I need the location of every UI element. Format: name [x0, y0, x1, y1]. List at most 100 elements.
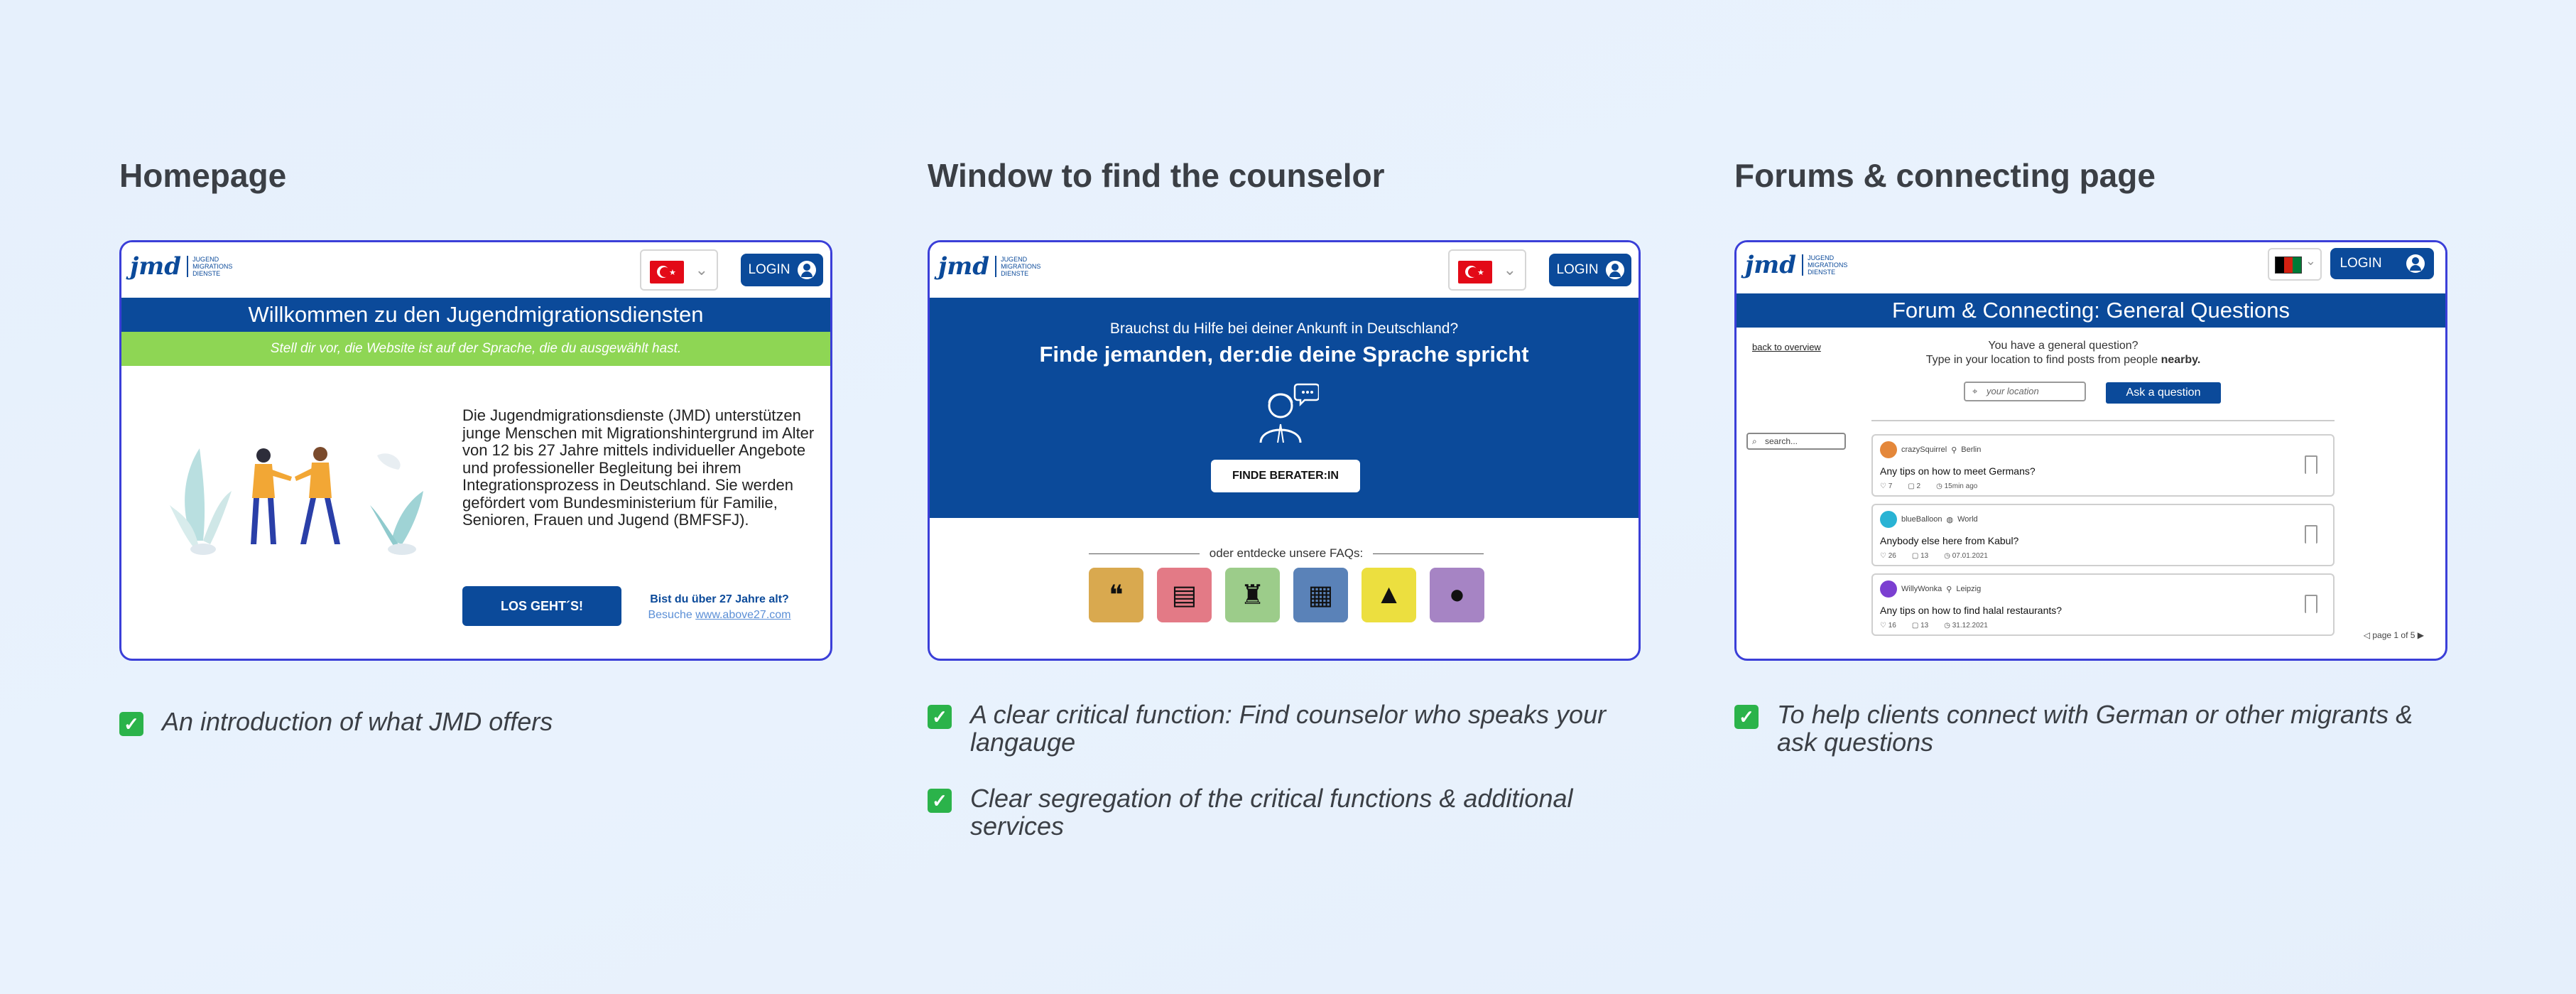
welcome-banner: Willkommen zu den Jugendmigrationsdienst… — [121, 298, 830, 332]
post-title: Any tips on how to meet Germans? — [1880, 465, 2036, 477]
login-button[interactable]: LOGIN — [1549, 254, 1631, 286]
homepage-mockup: jmd JUGEND MIGRATIONS DIENSTE ★ ⌄ LOGIN … — [119, 240, 832, 661]
divider — [1871, 420, 2335, 421]
bookmark-icon[interactable] — [2305, 525, 2317, 544]
checkmark-icon: ✓ — [119, 712, 143, 736]
logo-text: JUGEND MIGRATIONS DIENSTE — [187, 256, 232, 277]
next-page-icon[interactable]: ▶ — [2418, 630, 2424, 640]
login-button[interactable]: LOGIN — [741, 254, 823, 286]
user-icon — [1605, 261, 1624, 279]
post-likes: 26 — [1888, 552, 1896, 560]
forum-banner: Forum & Connecting: General Questions — [1737, 293, 2445, 328]
page-label: page 1 of 5 — [2372, 630, 2415, 640]
faq-label: oder entdecke unsere FAQs: — [1209, 546, 1364, 560]
logo-text: JUGEND MIGRATIONS DIENSTE — [995, 256, 1040, 277]
location-input[interactable]: ⌖ your location — [1964, 382, 2086, 401]
globe-icon: ◍ — [1946, 515, 1954, 524]
turkey-flag-icon: ★ — [650, 261, 684, 283]
post-time: 15min ago — [1944, 482, 1978, 490]
language-selector[interactable]: ★ ⌄ — [640, 249, 718, 291]
above27-link[interactable]: www.above27.com — [695, 609, 790, 621]
post-user: WillyWonka — [1901, 585, 1942, 593]
bookmark-icon[interactable] — [2305, 595, 2317, 613]
get-started-button[interactable]: LOS GEHT´S! — [462, 586, 621, 626]
education-icon[interactable]: ▲ — [1362, 568, 1416, 622]
section-title: Forums & connecting page — [1734, 157, 2156, 194]
post-location: World — [1957, 515, 1978, 524]
prev-page-icon[interactable]: ◁ — [2364, 630, 2370, 640]
counselor-mockup: jmd JUGEND MIGRATIONS DIENSTE ★ ⌄ LOGIN … — [928, 240, 1641, 661]
post-comments: 2 — [1916, 482, 1921, 490]
login-button[interactable]: LOGIN — [2330, 248, 2434, 279]
bullet-text: An introduction of what JMD offers — [162, 707, 553, 736]
post-user: blueBalloon — [1901, 515, 1942, 524]
find-counselor-button[interactable]: FINDE BERATER:IN — [1211, 460, 1360, 492]
bullet-text: A clear critical function: Find counselo… — [970, 700, 1607, 757]
intro-text: Die Jugendmigrationsdienste (JMD) unters… — [462, 406, 815, 529]
forum-post[interactable]: WillyWonka ⚲ Leipzig Any tips on how to fi… — [1871, 573, 2335, 636]
post-time: 31.12.2021 — [1952, 622, 1988, 630]
location-pin-icon: ⌖ — [1972, 386, 1978, 396]
turkey-flag-icon: ★ — [1458, 261, 1492, 283]
section-title: Homepage — [119, 157, 287, 194]
age-question: Bist du über 27 Jahre alt? — [650, 593, 789, 605]
user-icon — [2406, 254, 2425, 273]
general-question-prompt: You have a general question? Type in you… — [1925, 340, 2201, 366]
forum-post[interactable]: blueBalloon ◍ World Anybody else here from… — [1871, 504, 2335, 566]
find-counselor-section: Brauchst du Hilfe bei deiner Ankunft in … — [930, 298, 1638, 518]
counselor-icon — [1259, 383, 1319, 443]
post-location: Leipzig — [1956, 585, 1982, 593]
header: jmd JUGEND MIGRATIONS DIENSTE ⌄ LOGIN — [1737, 242, 2445, 293]
language-icon[interactable]: ❝ — [1089, 568, 1143, 622]
checkmark-icon: ✓ — [928, 789, 952, 813]
job-icon[interactable]: ♜ — [1225, 568, 1280, 622]
faq-icons: ❝ ▤ ♜ ▦ ▲ ● — [1089, 568, 1484, 622]
housing-icon[interactable]: ▦ — [1293, 568, 1348, 622]
chevron-down-icon: ⌄ — [2305, 254, 2316, 268]
jmd-logo[interactable]: jmd JUGEND MIGRATIONS DIENSTE — [1745, 251, 1847, 279]
bookmark-icon[interactable] — [2305, 455, 2317, 474]
post-user: crazySquirrel — [1901, 445, 1947, 454]
age-notice: Bist du über 27 Jahre alt? Besuche www.a… — [634, 592, 805, 623]
pagination: ◁ page 1 of 5 ▶ — [2364, 630, 2424, 640]
chevron-down-icon: ⌄ — [695, 261, 708, 279]
jmd-logo[interactable]: jmd JUGEND MIGRATIONS DIENSTE — [938, 252, 1040, 281]
avatar — [1880, 441, 1897, 458]
post-comments: 13 — [1920, 552, 1929, 560]
logo-mark: jmd — [938, 252, 990, 281]
user-icon — [797, 261, 816, 279]
language-selector[interactable]: ★ ⌄ — [1448, 249, 1526, 291]
avatar — [1880, 580, 1897, 598]
ask-question-button[interactable]: Ask a question — [2106, 382, 2221, 404]
checkmark-icon: ✓ — [1734, 705, 1759, 729]
faq-divider: oder entdecke unsere FAQs: — [1089, 546, 1484, 561]
logo-text: JUGEND MIGRATIONS DIENSTE — [1802, 254, 1847, 276]
forum-post[interactable]: crazySquirrel ⚲ Berlin Any tips on how to … — [1871, 434, 2335, 497]
back-to-overview-link[interactable]: back to overview — [1752, 342, 1821, 352]
post-time: 07.01.2021 — [1952, 552, 1988, 560]
passport-icon[interactable]: ▤ — [1157, 568, 1212, 622]
post-title: Anybody else here from Kabul? — [1880, 535, 2019, 546]
post-likes: 16 — [1888, 622, 1896, 630]
checkmark-icon: ✓ — [928, 705, 952, 729]
language-hint: Stell dir vor, die Website ist auf der S… — [121, 332, 830, 366]
help-question: Brauchst du Hilfe bei deiner Ankunft in … — [1109, 320, 1459, 337]
post-location: Berlin — [1961, 445, 1982, 454]
search-input[interactable]: ⌕ search... — [1746, 433, 1846, 450]
location-pin-icon: ⚲ — [1951, 445, 1957, 455]
jmd-logo[interactable]: jmd JUGEND MIGRATIONS DIENSTE — [130, 252, 232, 281]
chevron-down-icon: ⌄ — [1503, 261, 1516, 279]
header: jmd JUGEND MIGRATIONS DIENSTE ★ ⌄ LOGIN — [930, 242, 1638, 298]
community-icon[interactable]: ● — [1430, 568, 1484, 622]
post-likes: 7 — [1888, 482, 1893, 490]
language-selector[interactable]: ⌄ — [2268, 248, 2322, 281]
logo-mark: jmd — [1745, 251, 1797, 279]
logo-mark: jmd — [130, 252, 182, 281]
location-pin-icon: ⚲ — [1946, 585, 1952, 594]
bullet-item: ✓ A clear critical function: Find counse… — [928, 701, 1641, 756]
age-visit-label: Besuche — [648, 609, 692, 621]
bullet-item: ✓ To help clients connect with German or… — [1734, 701, 2447, 756]
section-title: Window to find the counselor — [928, 157, 1385, 194]
people-walking-illustration — [170, 447, 423, 555]
post-title: Any tips on how to find halal restaurant… — [1880, 605, 2063, 616]
